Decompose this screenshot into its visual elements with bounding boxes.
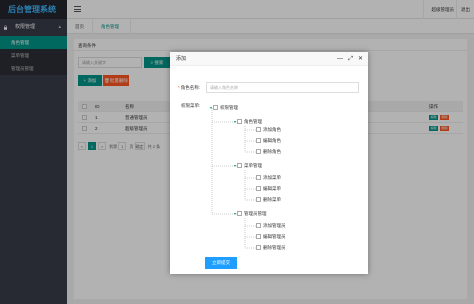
tree-checkbox[interactable] (256, 149, 261, 155)
tree-node-label: 添加菜单 (263, 175, 281, 180)
add-role-dialog: 添加 — ⤢ ✕ *角色名称: 请输入角色名称 权限菜单: ▾ 权限管理 ▾ 角色管… (170, 52, 368, 274)
tree-node-leaf[interactable]: 添加菜单 (256, 175, 281, 181)
tree-node-label: 权限管理 (220, 105, 239, 110)
tree-node-group[interactable]: ▾ 角色管理 (234, 119, 262, 125)
tree-node-label: 管理员管理 (244, 211, 267, 216)
tree-node-label: 删除管理员 (263, 245, 286, 250)
tree-checkbox[interactable] (213, 105, 219, 111)
permission-tree-lines (211, 108, 258, 249)
tree-checkbox[interactable] (237, 119, 243, 125)
tree-node-leaf[interactable]: 删除菜单 (256, 197, 281, 203)
tree-node-label: 删除菜单 (263, 197, 281, 202)
tree-checkbox[interactable] (256, 138, 261, 144)
tree-checkbox[interactable] (256, 175, 261, 181)
collapse-icon[interactable]: ▾ (234, 163, 236, 168)
submit-button[interactable]: 立即提交 (205, 257, 237, 269)
tree-node-group[interactable]: ▾ 管理员管理 (234, 211, 267, 217)
tree-node-leaf[interactable]: 添加管理员 (256, 223, 286, 229)
tree-node-label: 添加角色 (263, 127, 281, 132)
tree-node-group[interactable]: ▾ 菜单管理 (234, 163, 262, 169)
tree-checkbox[interactable] (256, 186, 261, 192)
tree-node-label: 编辑管理员 (263, 234, 286, 239)
tree-checkbox[interactable] (256, 127, 261, 133)
tree-node-root[interactable]: ▾ 权限管理 (210, 105, 238, 111)
tree-node-label: 删除角色 (263, 149, 281, 154)
tree-node-leaf[interactable]: 删除管理员 (256, 245, 286, 251)
tree-node-leaf[interactable]: 删除角色 (256, 149, 281, 155)
collapse-icon[interactable]: ▾ (234, 211, 236, 216)
tree-node-label: 菜单管理 (244, 163, 263, 168)
tree-checkbox[interactable] (256, 197, 261, 203)
tree-node-leaf[interactable]: 编辑角色 (256, 138, 281, 144)
tree-node-label: 编辑角色 (263, 138, 281, 143)
tree-node-leaf[interactable]: 编辑管理员 (256, 234, 286, 240)
tree-node-label: 添加管理员 (263, 223, 286, 228)
tree-checkbox[interactable] (256, 223, 261, 229)
tree-node-label: 编辑菜单 (263, 186, 281, 191)
collapse-icon[interactable]: ▾ (234, 119, 236, 124)
tree-node-leaf[interactable]: 编辑菜单 (256, 186, 281, 192)
tree-checkbox[interactable] (237, 163, 243, 169)
tree-node-label: 角色管理 (244, 119, 263, 124)
tree-checkbox[interactable] (256, 234, 261, 240)
tree-checkbox[interactable] (256, 245, 261, 251)
collapse-icon[interactable]: ▾ (210, 105, 212, 110)
tree-node-leaf[interactable]: 添加角色 (256, 127, 281, 133)
tree-checkbox[interactable] (237, 211, 243, 217)
